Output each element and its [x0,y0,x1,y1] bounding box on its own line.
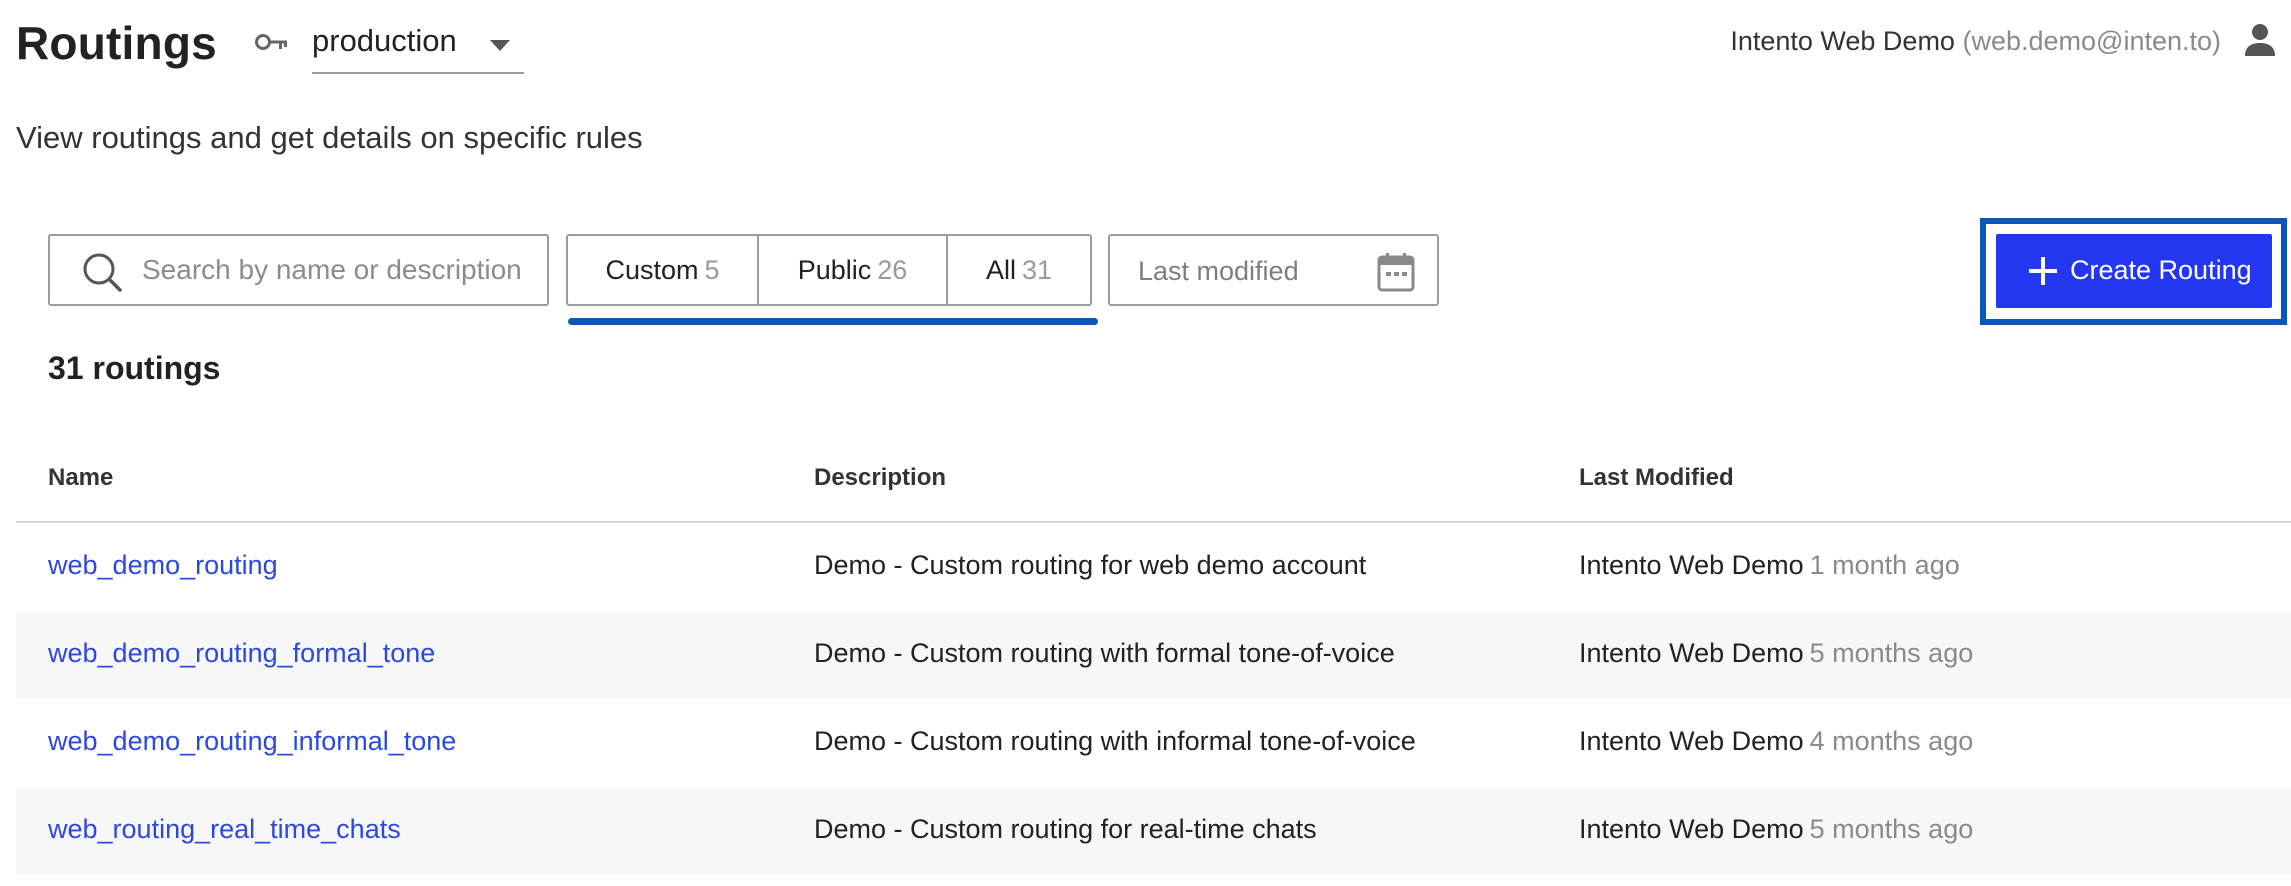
page-subtitle: View routings and get details on specifi… [16,120,643,155]
create-routing-button[interactable]: Create Routing [1996,234,2272,308]
modified-by: Intento Web Demo [1579,814,1804,844]
routing-name-link[interactable]: web_demo_routing [48,550,278,581]
search-box [48,234,549,306]
modified-ago: 4 months ago [1809,726,1974,756]
user-icon[interactable] [2243,22,2277,58]
table-row[interactable]: web_routing_real_time_chats Demo - Custo… [16,787,2291,875]
tab-public[interactable]: Public 26 [759,236,948,304]
chevron-down-icon [490,40,510,51]
search-input[interactable] [140,244,530,296]
tab-all[interactable]: All 31 [948,236,1090,304]
tab-label: Public [797,254,872,285]
tab-count: 26 [877,254,908,285]
search-icon [83,253,122,292]
column-header-description[interactable]: Description [814,464,946,492]
modified-ago: 5 months ago [1809,638,1974,668]
routings-page: Routings production Intento Web Demo (we… [0,0,2291,886]
routing-description: Demo - Custom routing with formal tone-o… [814,638,1395,668]
last-modified-filter[interactable]: Last modified [1108,234,1439,306]
column-header-last-modified[interactable]: Last Modified [1579,464,1734,492]
tab-custom[interactable]: Custom 5 [568,236,759,304]
table-row[interactable]: web_demo_routing_formal_tone Demo - Cust… [16,611,2291,699]
plus-icon [2029,257,2057,285]
routing-last-modified: Intento Web Demo 5 months ago [1579,638,1973,669]
tab-count: 5 [704,254,720,285]
routings-count: 31 routings [48,350,221,386]
routings-table: Name Description Last Modified web_demo_… [16,440,2291,875]
modified-ago: 5 months ago [1809,814,1974,844]
create-routing-label: Create Routing [2070,255,2252,285]
modified-by: Intento Web Demo [1579,726,1804,756]
modified-by: Intento Web Demo [1579,550,1804,580]
tab-label: Custom [605,254,699,285]
routing-description: Demo - Custom routing for real-time chat… [814,814,1317,844]
tab-count: 31 [1021,254,1053,285]
calendar-icon [1377,253,1415,292]
routing-name-link[interactable]: web_demo_routing_informal_tone [48,726,456,757]
date-filter-label: Last modified [1138,256,1299,286]
routing-description: Demo - Custom routing with informal tone… [814,726,1416,756]
page-title: Routings [16,17,217,69]
tab-label: All [985,254,1016,285]
column-header-name[interactable]: Name [48,464,113,492]
key-icon [255,34,287,50]
routing-last-modified: Intento Web Demo 5 months ago [1579,814,1973,845]
modified-ago: 1 month ago [1809,550,1960,580]
environment-value: production [312,23,457,58]
account-name: Intento Web Demo [1730,26,1955,56]
page-header: Routings production Intento Web Demo (we… [16,0,2291,90]
account-email: (web.demo@inten.to) [1962,26,2221,56]
routing-name-link[interactable]: web_routing_real_time_chats [48,814,401,845]
routing-description: Demo - Custom routing for web demo accou… [814,550,1367,580]
routing-last-modified: Intento Web Demo 4 months ago [1579,726,1973,757]
tabs-focus-underline [568,318,1098,325]
account-info: Intento Web Demo (web.demo@inten.to) [1730,26,2221,57]
environment-dropdown[interactable]: production [312,14,524,74]
table-row[interactable]: web_demo_routing Demo - Custom routing f… [16,523,2291,611]
routing-name-link[interactable]: web_demo_routing_formal_tone [48,638,435,669]
table-header: Name Description Last Modified [16,440,2291,523]
table-row[interactable]: web_demo_routing_informal_tone Demo - Cu… [16,699,2291,787]
modified-by: Intento Web Demo [1579,638,1804,668]
routing-filter-tabs: Custom 5 Public 26 All 31 [566,234,1092,306]
routing-last-modified: Intento Web Demo 1 month ago [1579,550,1960,581]
